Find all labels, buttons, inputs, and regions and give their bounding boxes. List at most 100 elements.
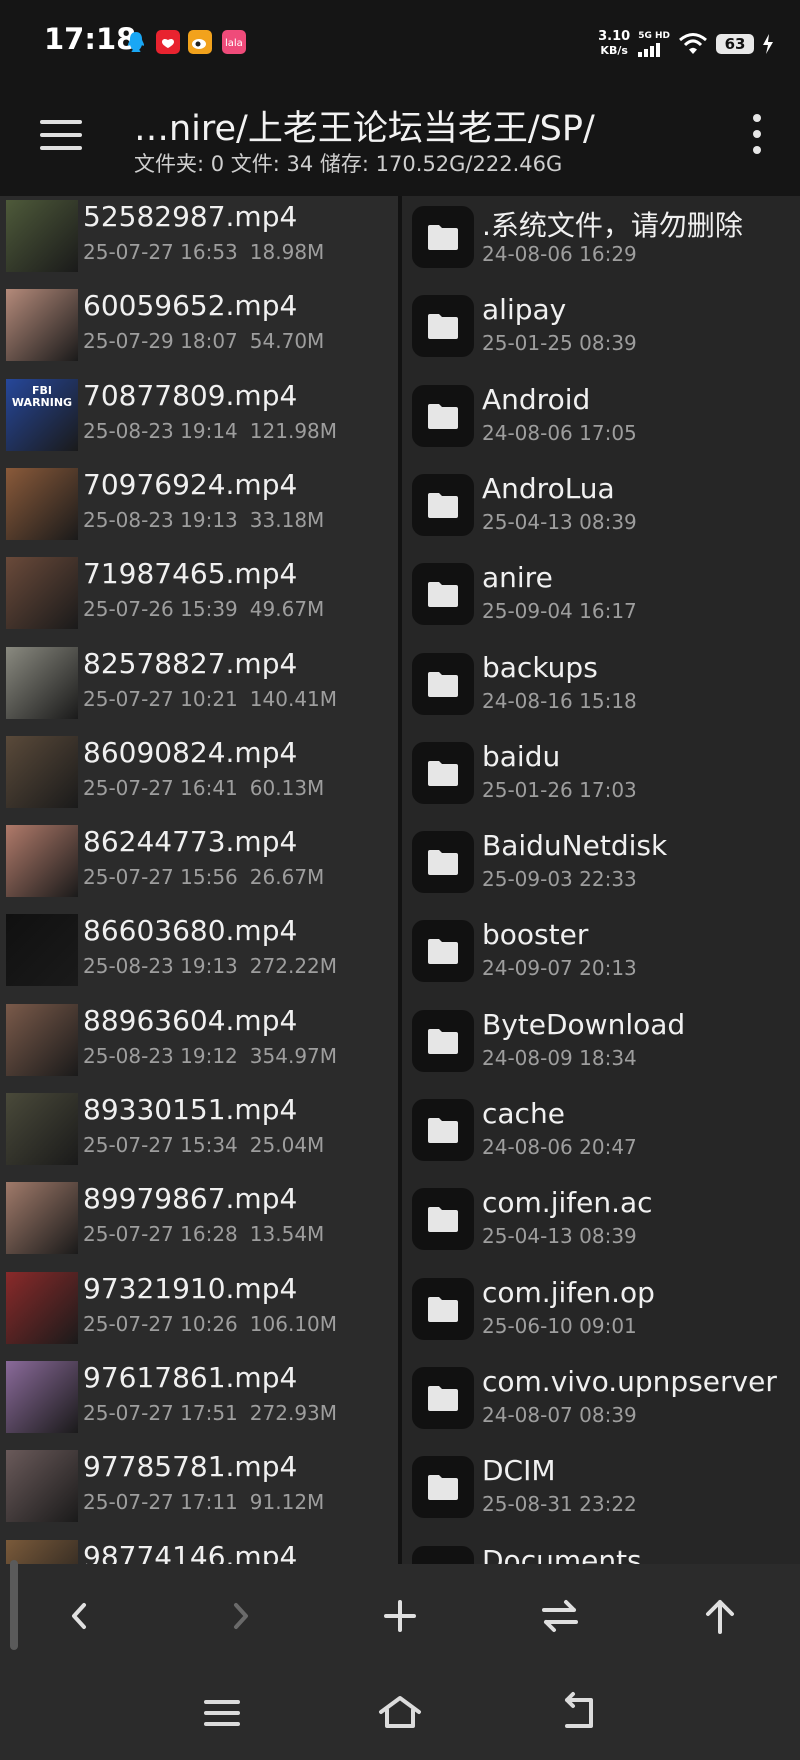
forward-button[interactable] — [210, 1586, 270, 1646]
chevron-right-icon — [234, 1603, 248, 1629]
video-thumbnail — [6, 735, 78, 808]
file-row[interactable]: 97617861.mp4 25-07-27 17:51 272.93M — [0, 1357, 398, 1446]
folder-row[interactable]: Android 24-08-06 17:05 — [402, 375, 800, 464]
folder-date: 25-01-25 08:39 — [482, 331, 637, 356]
file-row[interactable]: 82578827.mp4 25-07-27 10:21 140.41M — [0, 643, 398, 732]
file-row[interactable]: 89979867.mp4 25-07-27 16:28 13.54M — [0, 1178, 398, 1267]
file-name: 52582987.mp4 — [83, 200, 298, 233]
video-thumbnail — [6, 200, 78, 272]
menu-button[interactable] — [40, 116, 84, 156]
recents-button[interactable] — [197, 1688, 247, 1738]
file-meta: 25-07-27 17:51 272.93M — [83, 1401, 337, 1425]
file-row[interactable]: 97321910.mp4 25-07-27 10:26 106.10M — [0, 1268, 398, 1357]
app-header: …nire/上老王论坛当老王/SP/ 文件夹: 0 文件: 34 储存: 170… — [0, 86, 800, 196]
folder-row[interactable]: booster 24-09-07 20:13 — [402, 910, 800, 999]
folder-icon — [412, 1009, 474, 1072]
file-row[interactable]: FBI WARNING 70877809.mp4 25-08-23 19:14 121… — [0, 375, 398, 464]
folder-name: ByteDownload — [482, 1007, 686, 1041]
file-row[interactable]: 71987465.mp4 25-07-26 15:39 49.67M — [0, 553, 398, 642]
folder-row[interactable]: com.jifen.ac 25-04-13 08:39 — [402, 1178, 800, 1267]
file-size: 140.41M — [249, 686, 338, 711]
file-row[interactable]: 88963604.mp4 25-08-23 19:12 354.97M — [0, 1000, 398, 1089]
folder-date: 24-08-06 20:47 — [482, 1135, 637, 1159]
folder-row[interactable]: alipay 25-01-25 08:39 — [402, 285, 800, 374]
file-size: 13.54M — [249, 1222, 325, 1247]
folder-name: com.jifen.op — [482, 1275, 655, 1309]
folder-icon — [412, 563, 474, 626]
home-button[interactable] — [375, 1688, 425, 1738]
folder-row[interactable]: ByteDownload 24-08-09 18:34 — [402, 1000, 800, 1089]
folder-row[interactable]: BaiduNetdisk 25-09-03 22:33 — [402, 821, 800, 910]
current-path[interactable]: …nire/上老王论坛当老王/SP/ — [134, 100, 595, 151]
folder-row[interactable]: cache 24-08-06 20:47 — [402, 1089, 800, 1178]
file-name: 86603680.mp4 — [83, 914, 298, 948]
file-date: 25-07-27 16:28 — [83, 1222, 238, 1247]
file-row[interactable]: 52582987.mp4 25-07-27 16:53 18.98M — [0, 196, 398, 285]
folder-icon — [412, 473, 474, 536]
folder-name: backups — [482, 650, 598, 684]
folder-row[interactable]: backups 24-08-16 15:18 — [402, 643, 800, 732]
file-row[interactable]: 86244773.mp4 25-07-27 15:56 26.67M — [0, 821, 398, 910]
folder-row[interactable]: AndroLua 25-04-13 08:39 — [402, 464, 800, 553]
file-size: 49.67M — [249, 597, 325, 622]
file-name: 89979867.mp4 — [83, 1182, 298, 1216]
parent-directory-button[interactable] — [690, 1586, 750, 1646]
more-options-button[interactable] — [750, 112, 762, 156]
back-button[interactable] — [50, 1586, 110, 1646]
folder-date: 24-09-07 20:13 — [482, 956, 637, 981]
svg-text:lala: lala — [225, 38, 243, 49]
file-name: 86244773.mp4 — [83, 825, 298, 859]
folder-icon — [412, 1277, 474, 1340]
file-row[interactable]: 60059652.mp4 25-07-29 18:07 54.70M — [0, 285, 398, 374]
signal-icon — [638, 41, 661, 57]
add-button[interactable] — [370, 1586, 430, 1646]
video-thumbnail: FBI WARNING — [6, 378, 78, 451]
swap-panes-button[interactable] — [530, 1586, 590, 1646]
file-row[interactable]: 98774146.mp4 — [0, 1536, 398, 1564]
file-row[interactable]: 86603680.mp4 25-08-23 19:13 272.22M — [0, 910, 398, 999]
qq-icon — [124, 30, 148, 54]
scrollbar[interactable] — [10, 1560, 18, 1650]
file-meta: 25-07-27 16:41 60.13M — [83, 776, 324, 800]
file-row[interactable]: 97785781.mp4 25-07-27 17:11 91.12M — [0, 1446, 398, 1535]
folder-row[interactable]: DCIM 25-08-31 23:22 — [402, 1446, 800, 1535]
right-pane-folder-list[interactable]: .系统文件，请勿删除 24-08-06 16:29 alipay 25-01-25 0… — [402, 196, 800, 1564]
file-meta: 25-07-27 15:34 25.04M — [83, 1133, 324, 1157]
folder-row[interactable]: com.jifen.op 25-06-10 09:01 — [402, 1268, 800, 1357]
file-row[interactable]: 70976924.mp4 25-08-23 19:13 33.18M — [0, 464, 398, 553]
video-thumbnail — [6, 467, 78, 540]
video-thumbnail — [6, 557, 78, 630]
left-pane-file-list[interactable]: 52582987.mp4 25-07-27 16:53 18.98M 60059652… — [0, 196, 398, 1564]
hamburger-line — [40, 146, 82, 150]
network-speed: 3.10 KB/s — [598, 30, 630, 58]
folder-name: BaiduNetdisk — [482, 829, 668, 863]
file-date: 25-07-26 15:39 — [83, 597, 238, 622]
file-date: 25-07-29 18:07 — [83, 329, 238, 354]
file-name: 97321910.mp4 — [83, 1271, 298, 1305]
charging-icon — [763, 34, 773, 54]
file-size: 121.98M — [249, 418, 338, 443]
file-meta: 25-07-27 16:53 18.98M — [83, 240, 324, 264]
file-name: 70877809.mp4 — [83, 378, 298, 412]
file-name: 60059652.mp4 — [83, 289, 298, 323]
more-vert-icon — [753, 114, 761, 122]
nav-back-button[interactable] — [553, 1688, 603, 1738]
file-date: 25-07-27 10:26 — [83, 1311, 238, 1336]
folder-date: 25-04-13 08:39 — [482, 509, 637, 534]
folder-date: 25-06-10 09:01 — [482, 1313, 637, 1338]
file-meta: 25-07-27 16:28 13.54M — [83, 1222, 324, 1246]
folder-row[interactable]: com.vivo.upnpserver 24-08-07 08:39 — [402, 1357, 800, 1446]
arrow-up-icon — [706, 1600, 734, 1634]
folder-row[interactable]: Documents — [402, 1536, 800, 1564]
folder-row[interactable]: baidu 25-01-26 17:03 — [402, 732, 800, 821]
file-date: 25-07-27 16:41 — [83, 775, 238, 800]
file-size: 18.98M — [249, 240, 325, 264]
folder-name: baidu — [482, 739, 561, 773]
folder-row[interactable]: anire 25-09-04 16:17 — [402, 553, 800, 642]
speed-unit: KB/s — [600, 44, 628, 57]
file-row[interactable]: 89330151.mp4 25-07-27 15:34 25.04M — [0, 1089, 398, 1178]
folder-date: 25-04-13 08:39 — [482, 1224, 637, 1249]
folder-row[interactable]: .系统文件，请勿删除 24-08-06 16:29 — [402, 196, 800, 285]
dot — [753, 146, 761, 154]
file-row[interactable]: 86090824.mp4 25-07-27 16:41 60.13M — [0, 732, 398, 821]
